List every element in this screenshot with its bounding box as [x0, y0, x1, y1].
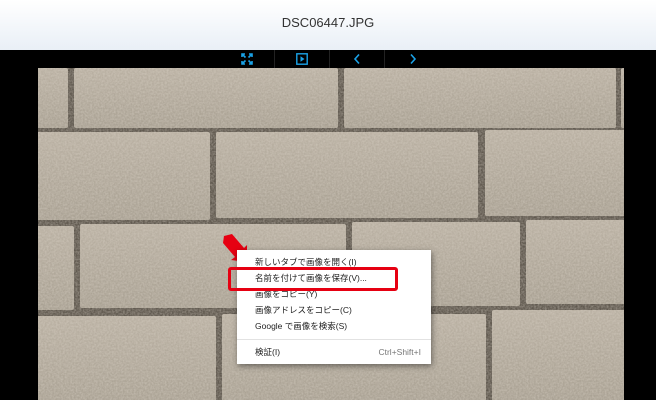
- window-title: DSC06447.JPG: [281, 15, 375, 30]
- chevron-right-icon: [409, 53, 416, 65]
- title-bar: DSC06447.JPG: [0, 0, 656, 50]
- menu-item-label: 検証(I): [255, 347, 281, 357]
- fullscreen-button[interactable]: [220, 50, 275, 68]
- viewer-toolbar: [220, 50, 442, 68]
- menu-item-copy-image-address[interactable]: 画像アドレスをコピー(C): [237, 302, 431, 318]
- menu-item-search-google-image[interactable]: Google で画像を検索(S): [237, 318, 431, 334]
- next-button[interactable]: [385, 50, 440, 68]
- menu-item-shortcut: Ctrl+Shift+I: [378, 347, 421, 357]
- highlight-box: [228, 267, 398, 291]
- slideshow-button[interactable]: [275, 50, 330, 68]
- play-icon: [296, 53, 308, 65]
- menu-separator: [237, 339, 431, 340]
- menu-item-inspect[interactable]: 検証(I) Ctrl+Shift+I: [237, 344, 431, 360]
- previous-button[interactable]: [330, 50, 385, 68]
- menu-item-label: 画像アドレスをコピー(C): [255, 305, 352, 315]
- chevron-left-icon: [353, 53, 360, 65]
- menu-item-label: Google で画像を検索(S): [255, 321, 348, 331]
- fullscreen-icon: [241, 53, 253, 65]
